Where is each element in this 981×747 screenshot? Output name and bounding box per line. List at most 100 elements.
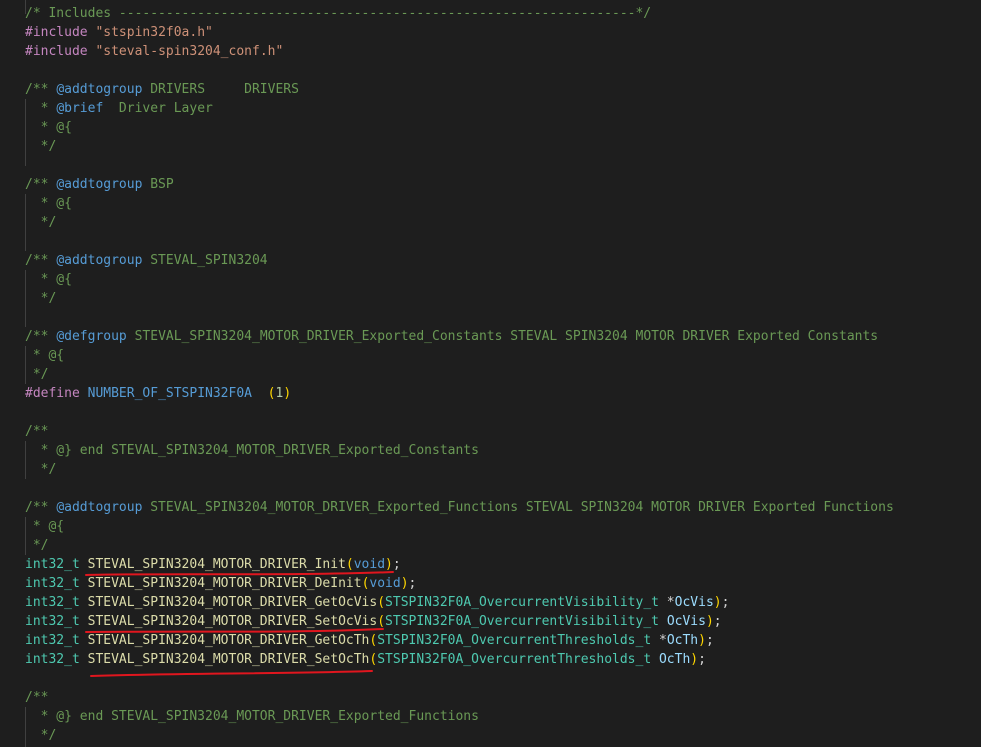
code-token: @brief — [56, 101, 104, 116]
code-token: ( — [377, 595, 386, 610]
code-token: ) — [283, 386, 292, 401]
code-token: @defgroup — [56, 329, 127, 344]
code-line[interactable]: /** — [25, 688, 48, 707]
code-editor[interactable]: /* Includes ----------------------------… — [0, 0, 981, 747]
code-token: */ — [25, 538, 49, 553]
code-token: STSPIN32F0A_OvercurrentVisibility_t — [385, 614, 659, 629]
code-token: STEVAL_SPIN3204_MOTOR_DRIVER_Exported_Fu… — [142, 500, 894, 515]
code-token: /** — [25, 690, 49, 705]
code-token: ; — [408, 576, 417, 591]
code-token: * @{ — [25, 519, 65, 534]
code-token: ) — [713, 595, 722, 610]
code-token: STEVAL_SPIN3204 — [142, 253, 268, 268]
code-token: #include — [25, 44, 96, 59]
code-token: ; — [713, 614, 722, 629]
code-line[interactable]: * @{ — [25, 118, 72, 137]
code-line[interactable]: * @} end STEVAL_SPIN3204_MOTOR_DRIVER_Ex… — [25, 707, 479, 726]
code-token: STEVAL_SPIN3204_MOTOR_DRIVER_GetOcTh — [87, 633, 370, 648]
code-token: #define — [25, 386, 88, 401]
code-token: ) — [385, 557, 393, 572]
code-token: * @{ — [25, 120, 72, 135]
code-token: "stspin32f0a.h" — [95, 25, 213, 40]
code-token: */ — [25, 139, 57, 154]
code-token: /** — [25, 253, 57, 268]
code-line[interactable]: /** @addtogroup BSP — [25, 175, 174, 194]
code-line[interactable]: /** @addtogroup STEVAL_SPIN3204_MOTOR_DR… — [25, 498, 894, 517]
code-line[interactable]: int32_t STEVAL_SPIN3204_MOTOR_DRIVER_Get… — [25, 631, 714, 650]
code-line[interactable]: /** @defgroup STEVAL_SPIN3204_MOTOR_DRIV… — [25, 327, 878, 346]
code-line[interactable]: */ — [25, 536, 49, 555]
code-line[interactable]: /** @addtogroup DRIVERS DRIVERS — [25, 80, 299, 99]
code-line[interactable]: /** — [25, 422, 48, 441]
code-token: ; — [721, 595, 730, 610]
code-line[interactable]: #define NUMBER_OF_STSPIN32F0A (1) — [25, 384, 291, 403]
code-line[interactable]: */ — [25, 137, 57, 156]
code-token: ( — [377, 614, 386, 629]
code-line[interactable]: */ — [25, 289, 57, 308]
code-line[interactable]: */ — [25, 726, 57, 745]
code-line[interactable]: * @{ — [25, 517, 64, 536]
code-token: * — [651, 633, 667, 648]
code-line[interactable]: int32_t STEVAL_SPIN3204_MOTOR_DRIVER_Ini… — [25, 555, 401, 574]
code-token: /** — [25, 177, 57, 192]
code-token: STEVAL_SPIN3204_MOTOR_DRIVER_SetOcVis — [87, 614, 378, 629]
code-token: OcVis — [666, 614, 706, 629]
code-token: ( — [345, 557, 354, 572]
code-token: * @} end STEVAL_SPIN3204_MOTOR_DRIVER_Ex… — [25, 443, 479, 458]
code-token: STSPIN32F0A_OvercurrentThresholds_t — [377, 633, 652, 648]
code-token: ) — [698, 633, 706, 648]
code-token: int32_t — [25, 614, 80, 629]
code-token: int32_t — [25, 652, 80, 667]
code-line[interactable]: /* Includes ----------------------------… — [25, 4, 651, 23]
code-token: OcTh — [666, 633, 699, 648]
code-line[interactable]: * @} end STEVAL_SPIN3204_MOTOR_DRIVER_Ex… — [25, 441, 479, 460]
code-line[interactable]: int32_t STEVAL_SPIN3204_MOTOR_DRIVER_DeI… — [25, 574, 416, 593]
code-line[interactable]: */ — [25, 365, 49, 384]
code-line[interactable]: * @{ — [25, 270, 72, 289]
code-token: OcTh — [658, 652, 691, 667]
code-token: STEVAL_SPIN3204_MOTOR_DRIVER_DeInit — [87, 576, 362, 591]
code-token: STSPIN32F0A_OvercurrentThresholds_t — [377, 652, 652, 667]
code-token: void — [369, 576, 401, 591]
code-token: */ — [25, 367, 49, 382]
code-token: int32_t — [25, 557, 80, 572]
code-token: Driver Layer — [103, 101, 213, 116]
code-token: * @{ — [25, 196, 72, 211]
code-token: @addtogroup — [56, 177, 143, 192]
code-token: STEVAL_SPIN3204_MOTOR_DRIVER_Exported_Co… — [126, 329, 879, 344]
code-line[interactable]: * @{ — [25, 194, 72, 213]
code-token: /** — [25, 424, 49, 439]
code-token: * @} end STEVAL_SPIN3204_MOTOR_DRIVER_Ex… — [25, 709, 479, 724]
code-token: * — [25, 101, 57, 116]
code-token: BSP — [142, 177, 174, 192]
code-token: STEVAL_SPIN3204_MOTOR_DRIVER_Init — [87, 557, 346, 572]
code-token: ) — [705, 614, 714, 629]
code-token: /** — [25, 500, 57, 515]
code-line[interactable]: int32_t STEVAL_SPIN3204_MOTOR_DRIVER_Set… — [25, 612, 722, 631]
code-token: */ — [25, 291, 57, 306]
code-line[interactable]: int32_t STEVAL_SPIN3204_MOTOR_DRIVER_Set… — [25, 650, 706, 669]
code-token: */ — [25, 728, 57, 743]
code-line[interactable]: #include "steval-spin3204_conf.h" — [25, 42, 283, 61]
code-token: #include — [25, 25, 96, 40]
code-token: ) — [690, 652, 699, 667]
code-token: ; — [705, 633, 714, 648]
code-token: int32_t — [25, 576, 80, 591]
code-line[interactable]: */ — [25, 460, 57, 479]
code-line[interactable]: int32_t STEVAL_SPIN3204_MOTOR_DRIVER_Get… — [25, 593, 729, 612]
code-token: * @{ — [25, 348, 65, 363]
code-token: int32_t — [25, 633, 80, 648]
code-line[interactable]: #include "stspin32f0a.h" — [25, 23, 213, 42]
code-token: DRIVERS DRIVERS — [142, 82, 299, 97]
code-line[interactable]: * @brief Driver Layer — [25, 99, 213, 118]
code-token: @addtogroup — [56, 82, 143, 97]
code-line[interactable]: */ — [25, 213, 57, 232]
code-token: "steval-spin3204_conf.h" — [95, 44, 284, 59]
code-line[interactable]: /** @addtogroup STEVAL_SPIN3204 — [25, 251, 268, 270]
code-line[interactable]: * @{ — [25, 346, 64, 365]
